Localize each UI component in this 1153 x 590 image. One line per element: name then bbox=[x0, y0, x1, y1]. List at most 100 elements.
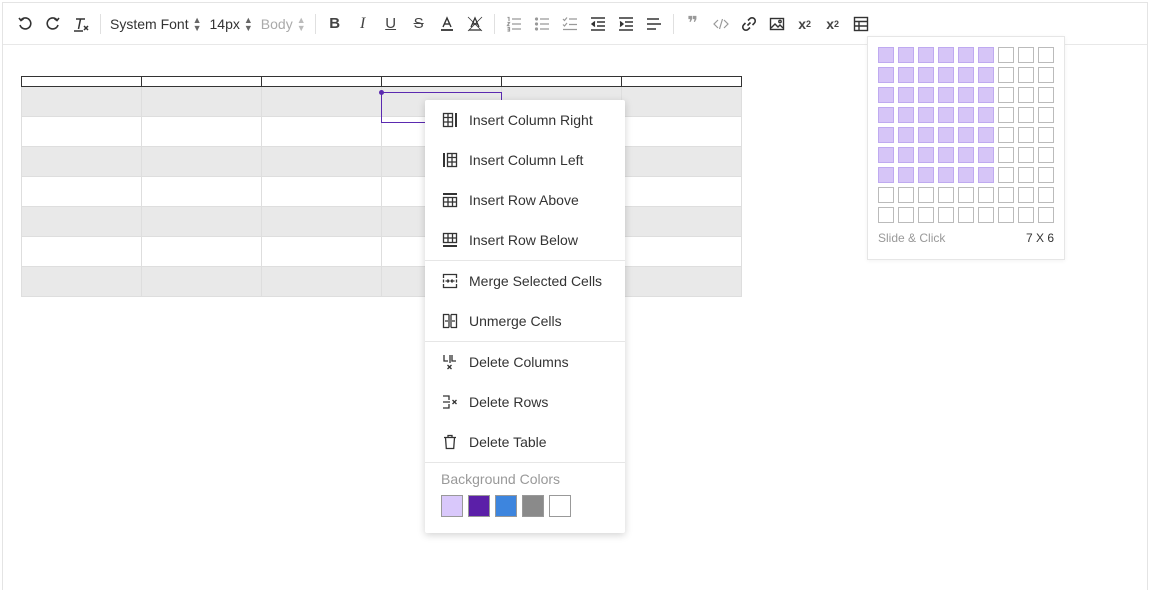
picker-cell[interactable] bbox=[878, 167, 894, 183]
checklist-icon[interactable] bbox=[556, 10, 584, 38]
picker-cell[interactable] bbox=[978, 87, 994, 103]
picker-cell[interactable] bbox=[878, 87, 894, 103]
picker-cell[interactable] bbox=[938, 107, 954, 123]
picker-cell[interactable] bbox=[878, 147, 894, 163]
table-cell[interactable] bbox=[141, 176, 262, 207]
picker-cell[interactable] bbox=[1038, 47, 1054, 63]
picker-cell[interactable] bbox=[978, 167, 994, 183]
picker-cell[interactable] bbox=[878, 187, 894, 203]
picker-cell[interactable] bbox=[998, 87, 1014, 103]
picker-cell[interactable] bbox=[978, 67, 994, 83]
font-size-select[interactable]: 14px ▲ ▼ bbox=[206, 10, 257, 38]
underline-icon[interactable]: U bbox=[377, 10, 405, 38]
picker-cell[interactable] bbox=[898, 167, 914, 183]
block-type-select[interactable]: Body ▲ ▼ bbox=[257, 10, 310, 38]
picker-cell[interactable] bbox=[1038, 87, 1054, 103]
menu-item-delete-columns[interactable]: Delete Columns bbox=[425, 342, 625, 382]
redo-icon[interactable] bbox=[39, 10, 67, 38]
outdent-icon[interactable] bbox=[584, 10, 612, 38]
table-cell[interactable] bbox=[261, 86, 382, 117]
picker-cell[interactable] bbox=[978, 47, 994, 63]
color-swatch[interactable] bbox=[441, 495, 463, 517]
color-swatch[interactable] bbox=[522, 495, 544, 517]
table-cell[interactable] bbox=[621, 206, 742, 237]
picker-cell[interactable] bbox=[898, 47, 914, 63]
table-cell[interactable] bbox=[621, 236, 742, 267]
picker-cell[interactable] bbox=[1038, 107, 1054, 123]
picker-cell[interactable] bbox=[938, 67, 954, 83]
picker-cell[interactable] bbox=[878, 127, 894, 143]
picker-cell[interactable] bbox=[998, 167, 1014, 183]
picker-cell[interactable] bbox=[978, 127, 994, 143]
table-cell[interactable] bbox=[621, 116, 742, 147]
table-cell[interactable] bbox=[621, 86, 742, 117]
picker-cell[interactable] bbox=[918, 187, 934, 203]
selection-handle[interactable] bbox=[379, 90, 384, 95]
table-cell[interactable] bbox=[141, 146, 262, 177]
font-family-select[interactable]: System Font ▲ ▼ bbox=[106, 10, 206, 38]
font-color-icon[interactable] bbox=[433, 10, 461, 38]
picker-cell[interactable] bbox=[958, 147, 974, 163]
superscript-icon[interactable]: x2 bbox=[819, 10, 847, 38]
table-cell[interactable] bbox=[21, 116, 142, 147]
menu-item-insert-row-above[interactable]: Insert Row Above bbox=[425, 180, 625, 220]
picker-cell[interactable] bbox=[918, 107, 934, 123]
table-cell[interactable] bbox=[621, 266, 742, 297]
picker-cell[interactable] bbox=[978, 107, 994, 123]
picker-cell[interactable] bbox=[1038, 167, 1054, 183]
picker-cell[interactable] bbox=[1038, 67, 1054, 83]
menu-item-insert-column-left[interactable]: Insert Column Left bbox=[425, 140, 625, 180]
picker-cell[interactable] bbox=[958, 87, 974, 103]
table-cell[interactable] bbox=[261, 206, 382, 237]
quote-icon[interactable]: ❞ bbox=[679, 10, 707, 38]
picker-cell[interactable] bbox=[958, 67, 974, 83]
picker-cell[interactable] bbox=[998, 207, 1014, 223]
picker-cell[interactable] bbox=[958, 187, 974, 203]
picker-cell[interactable] bbox=[938, 207, 954, 223]
picker-cell[interactable] bbox=[1018, 147, 1034, 163]
menu-item-insert-column-right[interactable]: Insert Column Right bbox=[425, 100, 625, 140]
table-cell[interactable] bbox=[141, 236, 262, 267]
picker-cell[interactable] bbox=[918, 67, 934, 83]
table-cell[interactable] bbox=[261, 116, 382, 147]
editor-table[interactable] bbox=[21, 76, 742, 297]
picker-cell[interactable] bbox=[938, 47, 954, 63]
picker-cell[interactable] bbox=[918, 167, 934, 183]
picker-cell[interactable] bbox=[878, 107, 894, 123]
bullet-list-icon[interactable] bbox=[528, 10, 556, 38]
picker-cell[interactable] bbox=[918, 87, 934, 103]
table-cell[interactable] bbox=[141, 116, 262, 147]
highlight-icon[interactable] bbox=[461, 10, 489, 38]
strikethrough-icon[interactable]: S bbox=[405, 10, 433, 38]
picker-cell[interactable] bbox=[958, 167, 974, 183]
undo-icon[interactable] bbox=[11, 10, 39, 38]
table-cell[interactable] bbox=[141, 86, 262, 117]
picker-cell[interactable] bbox=[938, 187, 954, 203]
menu-item-delete-table[interactable]: Delete Table bbox=[425, 422, 625, 462]
menu-item-insert-row-below[interactable]: Insert Row Below bbox=[425, 220, 625, 260]
table-cell[interactable] bbox=[141, 206, 262, 237]
table-cell[interactable] bbox=[261, 146, 382, 177]
color-swatch[interactable] bbox=[468, 495, 490, 517]
color-swatch[interactable] bbox=[495, 495, 517, 517]
picker-cell[interactable] bbox=[898, 127, 914, 143]
table-header-cell[interactable] bbox=[141, 76, 262, 87]
picker-cell[interactable] bbox=[1018, 127, 1034, 143]
table-header-cell[interactable] bbox=[501, 76, 622, 87]
picker-cell[interactable] bbox=[978, 207, 994, 223]
table-cell[interactable] bbox=[261, 176, 382, 207]
italic-icon[interactable]: I bbox=[349, 10, 377, 38]
picker-cell[interactable] bbox=[898, 207, 914, 223]
picker-cell[interactable] bbox=[898, 107, 914, 123]
picker-cell[interactable] bbox=[918, 127, 934, 143]
table-header-cell[interactable] bbox=[21, 76, 142, 87]
picker-cell[interactable] bbox=[1038, 127, 1054, 143]
picker-cell[interactable] bbox=[958, 107, 974, 123]
picker-cell[interactable] bbox=[1038, 207, 1054, 223]
picker-cell[interactable] bbox=[998, 67, 1014, 83]
picker-cell[interactable] bbox=[1018, 187, 1034, 203]
picker-cell[interactable] bbox=[1018, 167, 1034, 183]
table-grid[interactable] bbox=[21, 76, 742, 297]
picker-cell[interactable] bbox=[878, 207, 894, 223]
clear-format-icon[interactable] bbox=[67, 10, 95, 38]
